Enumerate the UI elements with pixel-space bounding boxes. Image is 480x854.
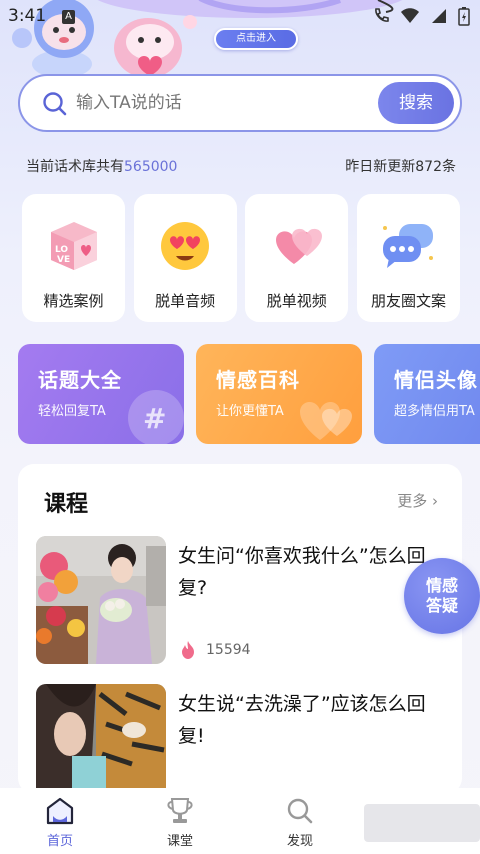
category-label: 脱单视频	[266, 292, 327, 310]
feature-title: 情感百科	[216, 368, 300, 392]
nav-label: 课堂	[166, 834, 193, 849]
status-bar: 3:41 A	[0, 0, 480, 34]
signal-icon	[432, 9, 446, 23]
status-time: 3:41	[8, 6, 47, 26]
feature-title: 情侣头像	[394, 368, 478, 392]
nav-label: 首页	[46, 834, 73, 849]
fire-icon	[182, 641, 194, 659]
category-featured-cases[interactable]: LO VE 精选案例	[22, 194, 125, 322]
course-item-title: 女生问“你喜欢我什么”怎么回复?	[178, 545, 426, 599]
category-label: 精选案例	[43, 292, 104, 310]
course-item-title: 女生说“去洗澡了”应该怎么回复!	[178, 693, 426, 747]
nav-discover[interactable]: 发现	[265, 796, 335, 849]
category-row: LO VE 精选案例 脱单音频 脱单视频 朋友圈文案	[22, 194, 460, 322]
category-label: 脱单音频	[155, 292, 216, 310]
feature-topics[interactable]: # 话题大全 轻松回复TA	[18, 344, 184, 444]
emotion-qa-float-button[interactable]: 情感 答疑	[404, 558, 480, 634]
library-total: 当前话术库共有565000	[26, 156, 177, 176]
girl-with-tiger-photo	[36, 684, 166, 794]
feature-subtitle: 超多情侣用TA	[394, 404, 475, 419]
feature-subtitle: 让你更懂TA	[216, 404, 284, 419]
course-section-title: 课程	[44, 492, 89, 517]
course-panel: 课程 更多 › 女生问“你喜欢我什么”怎么回复? 15594 女生说“去洗澡了”…	[18, 464, 462, 794]
notification-a-icon: A	[62, 10, 75, 24]
status-icons	[372, 6, 470, 26]
svg-text:VE: VE	[57, 255, 70, 265]
stats-row: 当前话术库共有565000 昨日新更新872条	[26, 156, 456, 176]
nav-home[interactable]: 首页	[25, 796, 95, 849]
course-thumbnail	[36, 536, 166, 664]
search-icon	[43, 92, 67, 116]
nav-class[interactable]: 课堂	[145, 796, 215, 849]
hearts-icon	[275, 228, 322, 264]
feature-title: 话题大全	[38, 368, 122, 392]
course-heat-count: 15594	[206, 642, 251, 658]
feature-subtitle: 轻松回复TA	[38, 404, 106, 419]
course-item[interactable]: 女生说“去洗澡了”应该怎么回复!	[36, 684, 444, 794]
wifi-icon	[401, 8, 419, 23]
category-dating-video[interactable]: 脱单视频	[245, 194, 349, 322]
course-item[interactable]: 女生问“你喜欢我什么”怎么回复? 15594	[36, 536, 444, 666]
course-thumbnail	[36, 684, 166, 794]
trophy-icon	[167, 798, 193, 823]
search-input[interactable]	[76, 88, 376, 118]
phone-icon	[375, 8, 389, 22]
home-icon	[46, 797, 74, 825]
discover-search-icon	[287, 798, 313, 824]
hashtag-icon: #	[128, 390, 184, 444]
flowers-girl-photo	[36, 536, 166, 664]
feature-encyclopedia[interactable]: 情感百科 让你更懂TA	[196, 344, 362, 444]
love-cube-icon: LO VE	[50, 222, 97, 270]
library-total-label: 当前话术库共有	[26, 159, 124, 175]
float-line1: 情感	[425, 576, 458, 595]
feature-row: # 话题大全 轻松回复TA 情感百科 让你更懂TA 情侣头像 超多情侣用TA	[18, 344, 480, 444]
nav-placeholder-block	[364, 804, 480, 842]
chat-bubbles-icon	[383, 224, 434, 268]
category-label: 朋友圈文案	[370, 292, 446, 310]
svg-text:LO: LO	[55, 245, 68, 255]
svg-text:#: #	[143, 402, 166, 435]
feature-couple-avatars[interactable]: 情侣头像 超多情侣用TA	[374, 344, 480, 444]
hearts-outline-icon	[300, 401, 352, 440]
course-heat: 15594	[178, 640, 251, 660]
course-more-link[interactable]: 更多 ›	[397, 490, 438, 511]
category-dating-audio[interactable]: 脱单音频	[133, 194, 237, 322]
nav-label: 发现	[286, 834, 313, 849]
category-moments-copy[interactable]: 朋友圈文案	[356, 194, 460, 322]
search-bar: 搜索	[18, 74, 462, 132]
library-total-count: 565000	[124, 159, 178, 175]
search-button[interactable]: 搜索	[378, 82, 454, 124]
float-line2: 答疑	[425, 596, 458, 615]
daily-update-text: 昨日新更新872条	[345, 159, 456, 175]
battery-icon	[458, 7, 470, 26]
heart-eyes-emoji-icon	[161, 222, 210, 270]
bottom-nav: 首页 课堂 发现	[0, 788, 480, 854]
